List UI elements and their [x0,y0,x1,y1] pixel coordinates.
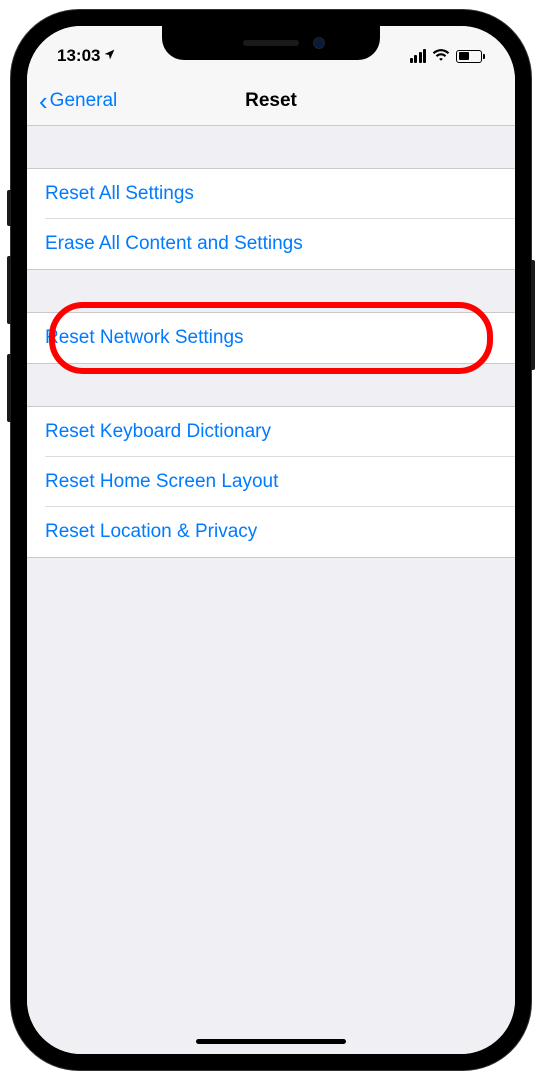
reset-all-settings[interactable]: Reset All Settings [27,169,515,219]
wifi-icon [432,47,450,66]
nav-bar: ‹ General Reset [27,76,515,126]
list-group-3: Reset Keyboard Dictionary Reset Home Scr… [27,406,515,558]
phone-frame: 13:03 [11,10,531,1070]
content: Reset All Settings Erase All Content and… [27,126,515,1054]
reset-network-settings[interactable]: Reset Network Settings [27,313,515,363]
chevron-left-icon: ‹ [39,88,48,114]
list-group-2: Reset Network Settings [27,312,515,364]
list-group-1: Reset All Settings Erase All Content and… [27,168,515,270]
status-time: 13:03 [57,46,100,66]
battery-icon [456,50,485,63]
reset-location-privacy[interactable]: Reset Location & Privacy [27,507,515,557]
back-label: General [50,90,118,112]
back-button[interactable]: ‹ General [39,88,117,114]
reset-home-screen-layout[interactable]: Reset Home Screen Layout [27,457,515,507]
notch [162,26,380,60]
erase-all-content[interactable]: Erase All Content and Settings [27,219,515,269]
home-indicator[interactable] [196,1039,346,1044]
screen: 13:03 [27,26,515,1054]
cellular-signal-icon [410,49,427,63]
reset-keyboard-dictionary[interactable]: Reset Keyboard Dictionary [27,407,515,457]
page-title: Reset [245,90,297,112]
location-icon [103,48,116,64]
